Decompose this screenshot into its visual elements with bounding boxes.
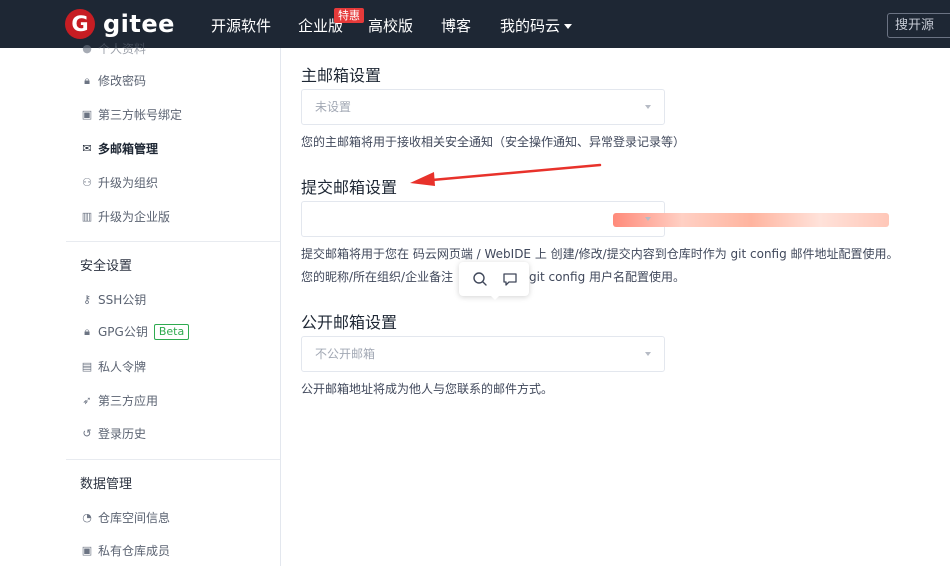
sidebar-item-private-token[interactable]: ▤ 私人令牌 bbox=[80, 358, 146, 375]
annotation-arrow-icon bbox=[410, 163, 602, 186]
sidebar-item-profile[interactable]: ● 个人资料 bbox=[80, 40, 146, 57]
chevron-down-icon bbox=[645, 217, 651, 221]
rocket-icon: ➶ bbox=[82, 393, 92, 407]
commit-email-help-line1: 提交邮箱将用于您在 码云网页端 / WebIDE 上 创建/修改/提交内容到仓库… bbox=[301, 247, 899, 261]
link-icon: ▣ bbox=[81, 107, 93, 121]
floating-toolbar bbox=[459, 262, 529, 300]
user-icon: ● bbox=[82, 41, 92, 55]
public-email-help: 公开邮箱地址将成为他人与您联系的邮件方式。 bbox=[301, 382, 554, 396]
group-icon: ⚇ bbox=[82, 175, 92, 189]
sidebar-item-label: 多邮箱管理 bbox=[98, 142, 159, 156]
key-icon: ⚷ bbox=[82, 292, 92, 306]
sidebar-item-gpg-key[interactable]: 🔒︎ GPG公钥 Beta bbox=[80, 323, 190, 340]
gitee-logo-icon: G bbox=[65, 9, 95, 39]
sidebar-section-data: 数据管理 bbox=[80, 477, 133, 492]
sidebar-item-label: 个人资料 bbox=[98, 42, 147, 56]
history-icon: ↺ bbox=[82, 426, 92, 440]
sidebar-divider bbox=[66, 241, 280, 242]
sidebar-item-login-history[interactable]: ↺ 登录历史 bbox=[80, 425, 146, 442]
lock-icon: 🔒︎ bbox=[84, 73, 90, 87]
redacted-email bbox=[613, 213, 889, 227]
sidebar-item-label: 私有仓库成员 bbox=[98, 544, 171, 558]
pie-icon: ◔ bbox=[82, 510, 92, 524]
token-icon: ▤ bbox=[81, 359, 93, 373]
sidebar-item-repo-space[interactable]: ◔ 仓库空间信息 bbox=[80, 509, 170, 526]
public-email-value: 不公开邮箱 bbox=[315, 347, 376, 361]
search-input[interactable]: 搜开源 bbox=[887, 13, 950, 38]
sidebar-divider bbox=[66, 459, 280, 460]
sidebar-item-third-party-apps[interactable]: ➶ 第三方应用 bbox=[80, 392, 158, 409]
primary-email-help: 您的主邮箱将用于接收相关安全通知（安全操作通知、异常登录记录等） bbox=[301, 135, 686, 149]
sidebar-item-third-party-binding[interactable]: ▣ 第三方帐号绑定 bbox=[80, 106, 182, 123]
sidebar-item-label: 升级为企业版 bbox=[98, 210, 171, 224]
commit-email-help-line2b: git config 用户名配置使用。 bbox=[529, 270, 686, 284]
mail-icon: ✉ bbox=[82, 141, 92, 155]
nav-my-gitee[interactable]: 我的码云 bbox=[500, 15, 573, 36]
settings-sidebar: ● 个人资料 🔒︎ 修改密码 ▣ 第三方帐号绑定 ✉ 多邮箱管理 ⚇ 升级为组织… bbox=[0, 42, 281, 566]
sidebar-item-label: 私人令牌 bbox=[98, 360, 147, 374]
primary-email-select[interactable]: 未设置 bbox=[301, 89, 665, 125]
sidebar-item-label: 修改密码 bbox=[98, 74, 147, 88]
member-icon: ▣ bbox=[81, 543, 93, 557]
sidebar-item-private-members[interactable]: ▣ 私有仓库成员 bbox=[80, 542, 170, 559]
nav-open-source[interactable]: 开源软件 bbox=[211, 15, 271, 36]
gitee-logo[interactable]: G gitee bbox=[65, 9, 175, 39]
nav-university[interactable]: 高校版 bbox=[368, 15, 413, 36]
promo-badge: 特惠 bbox=[334, 8, 364, 23]
building-icon: ▥ bbox=[81, 209, 93, 223]
sidebar-item-label: GPG公钥 bbox=[98, 325, 148, 339]
sidebar-item-label: SSH公钥 bbox=[98, 293, 147, 307]
sidebar-section-security: 安全设置 bbox=[80, 259, 133, 274]
nav-my-gitee-label: 我的码云 bbox=[500, 17, 561, 35]
sidebar-item-label: 第三方应用 bbox=[98, 394, 159, 408]
sidebar-item-multi-email[interactable]: ✉ 多邮箱管理 bbox=[80, 140, 158, 157]
beta-badge: Beta bbox=[153, 323, 190, 340]
chevron-down-icon bbox=[645, 352, 651, 356]
search-icon[interactable] bbox=[472, 271, 488, 287]
logo-text: gitee bbox=[103, 10, 175, 38]
sidebar-item-ssh-key[interactable]: ⚷ SSH公钥 bbox=[80, 291, 146, 308]
toolbar-tip bbox=[490, 295, 500, 300]
primary-email-title: 主邮箱设置 bbox=[301, 66, 382, 85]
commit-email-help-line2a: 您的昵称/所在组织/企业备注 bbox=[301, 270, 454, 284]
nav-blog[interactable]: 博客 bbox=[441, 15, 471, 36]
sidebar-item-label: 第三方帐号绑定 bbox=[98, 108, 183, 122]
public-email-select[interactable]: 不公开邮箱 bbox=[301, 336, 665, 372]
chevron-down-icon bbox=[645, 105, 651, 109]
public-email-title: 公开邮箱设置 bbox=[301, 313, 398, 332]
sidebar-item-upgrade-org[interactable]: ⚇ 升级为组织 bbox=[80, 174, 158, 191]
sidebar-item-upgrade-enterprise[interactable]: ▥ 升级为企业版 bbox=[80, 208, 170, 225]
primary-email-value: 未设置 bbox=[315, 100, 352, 114]
comment-icon[interactable] bbox=[502, 271, 518, 287]
sidebar-item-label: 仓库空间信息 bbox=[98, 511, 171, 525]
commit-email-title: 提交邮箱设置 bbox=[301, 178, 398, 197]
sidebar-item-label: 登录历史 bbox=[98, 427, 147, 441]
chevron-down-icon bbox=[564, 24, 573, 29]
commit-email-select[interactable] bbox=[301, 201, 889, 237]
sidebar-item-change-password[interactable]: 🔒︎ 修改密码 bbox=[80, 72, 146, 89]
sidebar-item-label: 升级为组织 bbox=[98, 176, 159, 190]
lock-icon: 🔒︎ bbox=[84, 324, 90, 338]
